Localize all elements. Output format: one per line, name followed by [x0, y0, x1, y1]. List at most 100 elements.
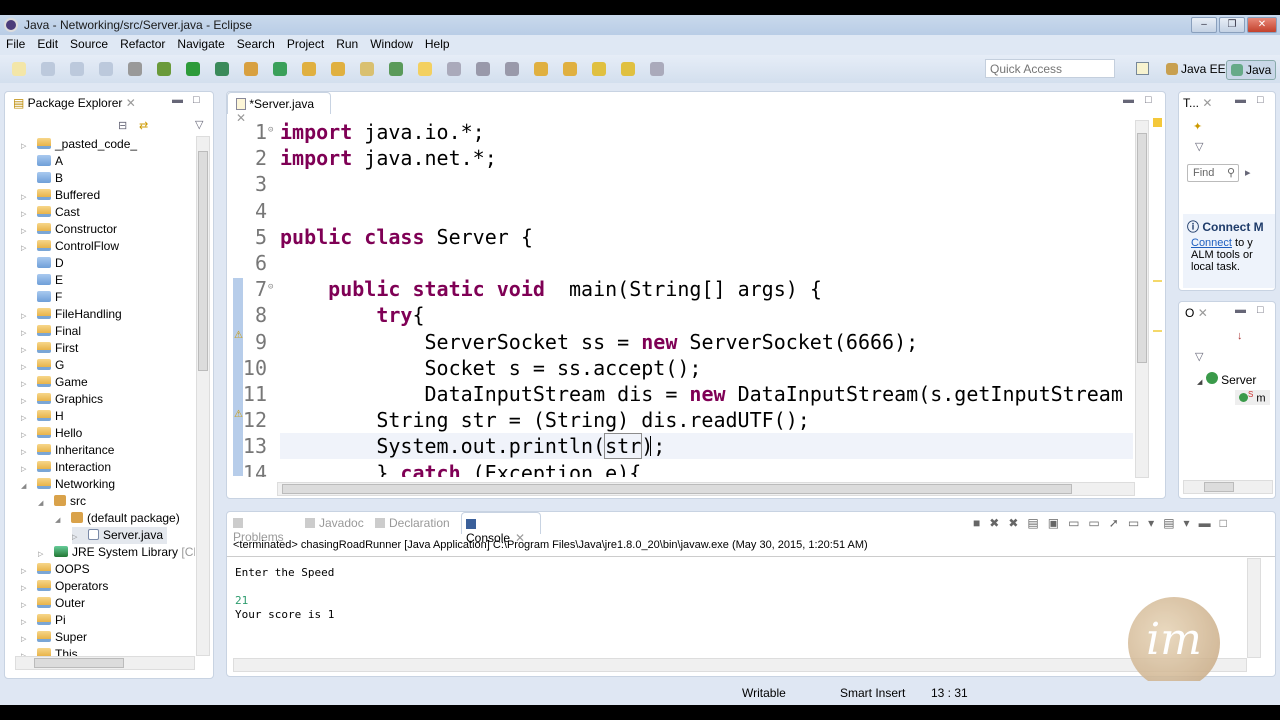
tab-declaration[interactable]: Declaration — [371, 512, 461, 534]
tree-item[interactable]: ▷ Hello — [21, 425, 82, 442]
tree-item[interactable]: ▷ Final — [21, 323, 81, 340]
maximize-icon[interactable]: □ — [1257, 304, 1264, 316]
connect-link[interactable]: Connect — [1191, 237, 1232, 249]
menu-help[interactable]: Help — [419, 35, 456, 51]
tree-item[interactable]: ▷ Game — [21, 374, 88, 391]
save-all-icon[interactable] — [70, 62, 84, 76]
menu-project[interactable]: Project — [281, 35, 330, 51]
close-icon[interactable]: ✕ — [1202, 96, 1212, 110]
tree-item[interactable]: ▷ Outer — [21, 595, 85, 612]
tab-task-list[interactable]: T... ✕ — [1179, 92, 1223, 114]
tree-item[interactable]: ▷ Constructor — [21, 221, 117, 238]
maximize-icon[interactable]: □ — [1145, 94, 1152, 106]
show-whitespace-icon[interactable] — [476, 62, 490, 76]
remove-all-icon[interactable]: ✖ — [1008, 516, 1027, 530]
tree-item[interactable]: A — [21, 153, 63, 170]
run-icon[interactable] — [186, 62, 200, 76]
pin-console-icon[interactable]: ➚ — [1109, 516, 1128, 530]
code-area[interactable]: 1 import java.io.*; ⊝ 2 import java.net.*; 3 4… — [227, 115, 1133, 477]
console-horizontal-scrollbar[interactable] — [233, 658, 1247, 672]
minimize-icon[interactable]: ▬ — [1199, 516, 1220, 530]
forward-icon[interactable] — [650, 62, 664, 76]
tab-console[interactable]: Console ✕ — [461, 512, 541, 545]
menu-run[interactable]: Run — [330, 35, 364, 51]
run-external-tools-icon[interactable] — [215, 62, 229, 76]
open-hierarchy-icon[interactable] — [389, 62, 403, 76]
display-console-icon[interactable]: ▭▾ — [1128, 516, 1163, 530]
skip-breakpoints-icon[interactable] — [128, 62, 142, 76]
expanded-icon[interactable]: ◢ — [55, 512, 63, 529]
link-with-editor-icon[interactable]: ⇄ — [139, 119, 148, 132]
tree-item[interactable]: D — [21, 255, 64, 272]
new-icon[interactable] — [12, 62, 26, 76]
tree-item[interactable]: ▷ ControlFlow — [21, 238, 119, 255]
new-java-package-icon[interactable] — [244, 62, 258, 76]
tree-item[interactable]: ▷JRE System Library [CDC- — [38, 544, 195, 561]
tab-outline[interactable]: O ✕ — [1179, 302, 1223, 324]
tree-item[interactable]: ▷ Interaction — [21, 459, 111, 476]
open-console-icon[interactable]: ▤▾ — [1163, 516, 1198, 530]
restore-button[interactable]: ❐ — [1219, 17, 1245, 33]
tree-item[interactable]: ▷ G — [21, 357, 64, 374]
console-vertical-scrollbar[interactable] — [1247, 558, 1261, 658]
tree-item[interactable]: ▷ Pi — [21, 612, 66, 629]
collapse-all-icon[interactable]: ⊟ — [118, 119, 127, 132]
maximize-icon[interactable]: □ — [193, 94, 200, 106]
tab-server-java[interactable]: *Server.java ✕ — [227, 92, 331, 125]
tree-item[interactable]: ▷ Server.java — [72, 527, 168, 544]
outline-method-item[interactable]: S m — [1235, 390, 1270, 405]
toggle-block-selection-icon[interactable] — [447, 62, 461, 76]
minimize-button[interactable]: – — [1191, 17, 1217, 33]
remove-launch-icon[interactable]: ✖ — [989, 516, 1008, 530]
perspective-java[interactable]: Java — [1226, 60, 1277, 80]
new-java-class-icon[interactable] — [273, 62, 287, 76]
menu-window[interactable]: Window — [364, 35, 419, 51]
menu-navigate[interactable]: Navigate — [171, 35, 230, 51]
close-button[interactable]: ✕ — [1247, 17, 1277, 33]
tab-package-explorer[interactable]: ▤ Package Explorer ✕ — [5, 92, 155, 114]
tree-item[interactable]: ▷ H — [21, 408, 64, 425]
search-icon[interactable] — [360, 62, 374, 76]
sort-icon[interactable]: ↓ — [1237, 330, 1243, 342]
tree-item[interactable]: ▷ Cast — [21, 204, 80, 221]
fold-icon[interactable]: ⊝ — [268, 282, 273, 292]
arrow-right-icon[interactable]: ▸ — [1245, 166, 1251, 179]
tree-horizontal-scrollbar[interactable] — [15, 656, 195, 670]
tree-item[interactable]: ▷ OOPS — [21, 561, 90, 578]
new-task-icon[interactable]: ✦ — [1193, 120, 1202, 133]
view-menu-icon[interactable]: ▽ — [195, 118, 203, 131]
find-input[interactable]: Find ⚲ — [1187, 164, 1239, 182]
save-icon[interactable] — [41, 62, 55, 76]
open-type-icon[interactable] — [302, 62, 316, 76]
close-icon[interactable]: ✕ — [1198, 306, 1208, 320]
outline-class-item[interactable]: ◢ Server — [1197, 372, 1256, 387]
tree-item[interactable]: ◢ (default package) — [55, 510, 180, 527]
tree-item[interactable]: ▷ Buffered — [21, 187, 100, 204]
next-annotation-icon[interactable] — [534, 62, 548, 76]
debug-icon[interactable] — [157, 62, 171, 76]
tree-item[interactable]: ▷ Super — [21, 629, 87, 646]
terminate-icon[interactable]: ■ — [973, 516, 989, 530]
quick-access-input[interactable] — [985, 59, 1115, 78]
previous-annotation-icon[interactable] — [563, 62, 577, 76]
tree-item[interactable]: E — [21, 272, 63, 289]
menu-edit[interactable]: Edit — [31, 35, 64, 51]
print-icon[interactable] — [99, 62, 113, 76]
tree-item[interactable]: ▷ FileHandling — [21, 306, 122, 323]
open-perspective-icon[interactable] — [1136, 62, 1149, 75]
menu-search[interactable]: Search — [231, 35, 281, 51]
scroll-lock-icon[interactable]: ▣ — [1048, 516, 1068, 530]
show-stdout-icon[interactable]: ▭ — [1068, 516, 1088, 530]
minimize-icon[interactable]: ▬ — [1123, 94, 1134, 106]
tree-item[interactable]: F — [21, 289, 62, 306]
mark-occurrences-icon[interactable] — [418, 62, 432, 76]
minimize-icon[interactable]: ▬ — [1235, 94, 1246, 106]
close-icon[interactable]: ✕ — [126, 96, 136, 110]
show-stderr-icon[interactable]: ▭ — [1088, 516, 1108, 530]
tree-item[interactable]: ▷ Graphics — [21, 391, 103, 408]
tree-item[interactable]: ◢ Networking — [21, 476, 115, 493]
tab-problems[interactable]: Problems — [229, 512, 301, 544]
tree-item[interactable]: ▷ This — [21, 646, 78, 656]
expanded-icon[interactable]: ◢ — [21, 478, 29, 495]
editor-horizontal-scrollbar[interactable] — [277, 482, 1135, 496]
